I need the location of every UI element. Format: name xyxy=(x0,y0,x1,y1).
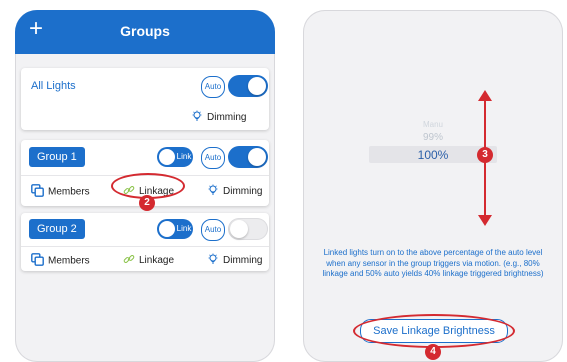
save-highlight-ring xyxy=(353,314,515,348)
linkage-brightness-screen: Manu 99% 100% 3 Linked lights turn on to… xyxy=(303,10,563,362)
group-name-tag[interactable]: Group 2 xyxy=(29,219,85,239)
dimming-label: Dimming xyxy=(223,255,263,267)
group-1-power-switch[interactable] xyxy=(228,146,268,168)
callout-badge: 4 xyxy=(425,344,441,360)
dimming-label: Dimming xyxy=(207,112,247,124)
linkage-description: Linked lights turn on to the above perce… xyxy=(322,248,544,278)
group-name-tag[interactable]: Group 1 xyxy=(29,147,85,167)
group-2-auto-button[interactable]: Auto xyxy=(201,219,225,241)
link-chain-icon xyxy=(123,253,135,268)
picker-option[interactable]: Manu xyxy=(303,120,563,129)
members-label: Members xyxy=(48,186,90,198)
link-label: Link xyxy=(176,224,192,233)
callout-badge: 2 xyxy=(139,195,155,211)
link-label: Link xyxy=(176,152,192,161)
group-1-auto-button[interactable]: Auto xyxy=(201,147,225,169)
group-1-members[interactable]: Members xyxy=(31,184,90,200)
picker-selected-value[interactable]: 100% xyxy=(303,148,563,162)
group-2-members[interactable]: Members xyxy=(31,253,90,269)
bulb-icon xyxy=(207,253,219,268)
group-2-power-switch[interactable] xyxy=(228,218,268,240)
picker-option[interactable]: 99% xyxy=(303,132,563,143)
callout-badge: 3 xyxy=(477,147,493,163)
group-card-2: Group 2 Link Auto Members Linkage Dimmin… xyxy=(21,213,269,271)
group-2-dimming[interactable]: Dimming xyxy=(207,253,262,268)
group-1-dimming[interactable]: Dimming xyxy=(207,184,262,199)
group-2-link-toggle[interactable]: Link xyxy=(157,219,193,239)
all-lights-dimming[interactable]: Dimming xyxy=(191,110,246,125)
group-1-link-toggle[interactable]: Link xyxy=(157,147,193,167)
app-header: + Groups xyxy=(15,10,275,54)
bulb-icon xyxy=(191,110,203,125)
members-label: Members xyxy=(48,255,90,267)
bulb-icon xyxy=(207,184,219,199)
all-lights-power-switch[interactable] xyxy=(228,75,268,97)
all-lights-label: All Lights xyxy=(31,80,76,92)
group-2-linkage[interactable]: Linkage xyxy=(123,253,174,268)
dimming-label: Dimming xyxy=(223,186,263,198)
page-title: Groups xyxy=(120,23,170,39)
divider xyxy=(21,246,269,247)
members-icon xyxy=(31,253,44,269)
members-icon xyxy=(31,184,44,200)
linkage-label: Linkage xyxy=(139,255,175,267)
all-lights-card: All Lights Auto Dimming xyxy=(21,68,269,130)
all-lights-auto-button[interactable]: Auto xyxy=(201,76,225,98)
